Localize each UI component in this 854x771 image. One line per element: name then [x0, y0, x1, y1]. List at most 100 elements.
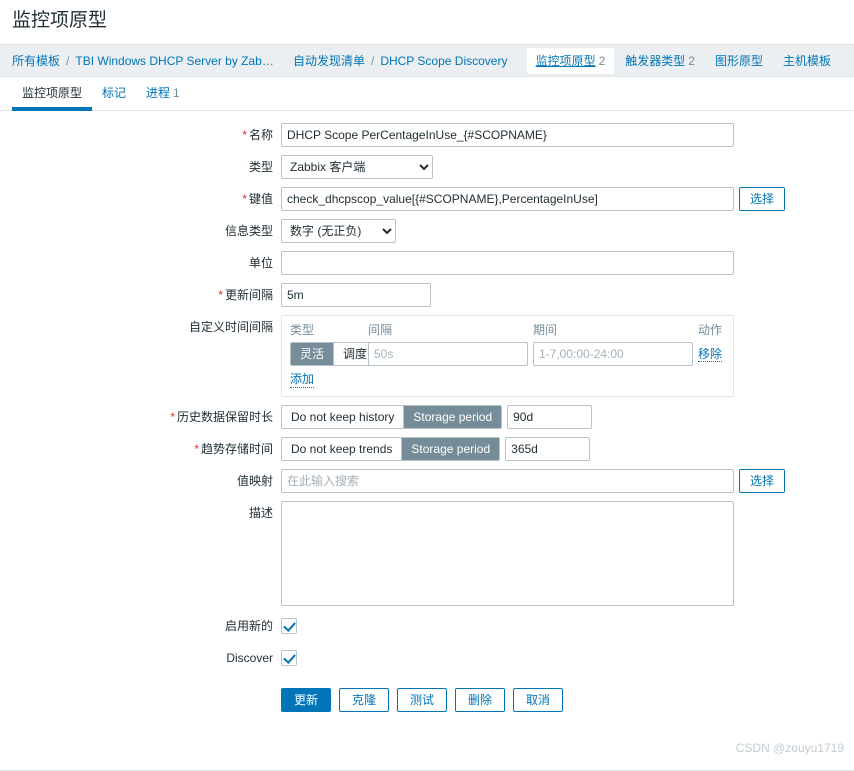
- label-description: 描述: [0, 501, 281, 525]
- label-update-interval-text: 更新间隔: [224, 288, 273, 302]
- required-marker-update-interval: *: [218, 288, 223, 302]
- remove-interval-link[interactable]: 移除: [698, 347, 723, 362]
- custom-intervals-footer: 添加: [290, 372, 725, 388]
- clone-button[interactable]: 克隆: [339, 688, 389, 712]
- delete-button[interactable]: 删除: [455, 688, 505, 712]
- period-input[interactable]: [533, 342, 693, 366]
- update-button[interactable]: 更新: [281, 688, 331, 712]
- breadcrumb-tab-host-prototypes[interactable]: 主机模板: [774, 48, 840, 74]
- breadcrumb-tab-trigger-prototypes-label: 触发器类型: [625, 53, 686, 68]
- info-type-select[interactable]: 数字 (无正负): [281, 219, 396, 243]
- breadcrumb-separator-2: /: [370, 53, 375, 68]
- description-textarea[interactable]: [281, 501, 734, 606]
- interval-type-flexible-button[interactable]: 灵活: [291, 343, 335, 365]
- label-enabled-text: 启用新的: [224, 619, 273, 633]
- page-title: 监控项原型: [12, 10, 108, 31]
- breadcrumb-tab-graph-prototypes[interactable]: 图形原型: [706, 48, 772, 74]
- label-custom-intervals: 自定义时间间隔: [0, 315, 281, 339]
- label-custom-intervals-text: 自定义时间间隔: [188, 320, 273, 334]
- header-type: 类型: [290, 323, 315, 337]
- control-history: Do not keep history Storage period: [281, 405, 593, 429]
- tab-preprocessing-count: 1: [173, 86, 180, 100]
- enabled-checkbox[interactable]: [281, 618, 297, 634]
- breadcrumb-item-discovery-list[interactable]: 自动发现清单: [293, 53, 365, 69]
- label-history-text: 历史数据保留时长: [176, 410, 273, 424]
- control-update-interval: [281, 283, 431, 307]
- label-value-map-text: 值映射: [236, 474, 273, 488]
- interval-type-toggle: 灵活 调度: [290, 342, 378, 366]
- trends-period-input[interactable]: [505, 437, 591, 461]
- interval-input[interactable]: [368, 342, 528, 366]
- header-interval: 间隔: [368, 323, 393, 337]
- trends-do-not-keep-button[interactable]: Do not keep trends: [282, 438, 403, 460]
- name-input[interactable]: [281, 123, 734, 147]
- label-type: 类型: [0, 155, 281, 179]
- custom-intervals-header: 类型 间隔 期间 动作: [290, 322, 725, 342]
- tab-bar: 监控项原型 标记 进程 1: [0, 77, 854, 111]
- control-discover: [281, 646, 297, 666]
- control-name: [281, 123, 734, 147]
- field-row-trends: * 趋势存储时间 Do not keep trends Storage perio…: [0, 437, 854, 461]
- label-enabled: 启用新的: [0, 614, 281, 638]
- label-update-interval: * 更新间隔: [0, 283, 281, 307]
- field-row-enabled: 启用新的: [0, 614, 854, 638]
- tab-preprocessing[interactable]: 进程 1: [136, 78, 190, 110]
- history-storage-period-button[interactable]: Storage period: [404, 406, 502, 428]
- field-row-description: 描述: [0, 501, 854, 606]
- label-type-text: 类型: [248, 160, 273, 174]
- breadcrumb-tab-trigger-prototypes[interactable]: 触发器类型 2: [616, 48, 704, 74]
- key-select-button[interactable]: 选择: [739, 187, 785, 211]
- control-units: [281, 251, 734, 275]
- test-button[interactable]: 测试: [397, 688, 447, 712]
- field-row-units: 单位: [0, 251, 854, 275]
- field-row-update-interval: * 更新间隔: [0, 283, 854, 307]
- field-row-discover: Discover: [0, 646, 854, 670]
- value-map-select-button[interactable]: 选择: [739, 469, 785, 493]
- required-marker-trends: *: [194, 442, 199, 456]
- control-enabled: [281, 614, 297, 634]
- label-units-text: 单位: [248, 256, 273, 270]
- breadcrumb-item-all-templates[interactable]: 所有模板: [12, 53, 60, 69]
- units-input[interactable]: [281, 251, 734, 275]
- breadcrumb-tab-trigger-prototypes-count: 2: [688, 53, 695, 68]
- required-marker-history: *: [170, 410, 175, 424]
- field-row-custom-intervals: 自定义时间间隔 类型 间隔 期间 动作 灵活 调度 50s 1-7,00:00-…: [0, 315, 854, 397]
- field-row-actions: 更新 克隆 测试 删除 取消: [0, 678, 854, 712]
- label-units: 单位: [0, 251, 281, 275]
- history-do-not-keep-button[interactable]: Do not keep history: [282, 406, 405, 428]
- discover-checkbox[interactable]: [281, 650, 297, 666]
- breadcrumb-item-scope-discovery[interactable]: DHCP Scope Discovery: [380, 53, 507, 69]
- interval-action-cell: 移除: [698, 346, 734, 362]
- history-period-input[interactable]: [507, 405, 593, 429]
- label-key-text: 键值: [248, 192, 273, 206]
- page-header: 监控项原型: [0, 0, 854, 44]
- field-row-type: 类型 Zabbix 客户端: [0, 155, 854, 179]
- breadcrumb-separator: /: [66, 53, 70, 68]
- control-description: [281, 501, 734, 606]
- tab-tags[interactable]: 标记: [92, 78, 136, 110]
- tab-item-prototype[interactable]: 监控项原型: [12, 78, 93, 111]
- trends-storage-period-button[interactable]: Storage period: [402, 438, 500, 460]
- control-trends: Do not keep trends Storage period: [281, 437, 591, 461]
- field-row-history: * 历史数据保留时长 Do not keep history Storage pe…: [0, 405, 854, 429]
- label-history: * 历史数据保留时长: [0, 405, 281, 429]
- header-period: 期间: [533, 323, 558, 337]
- type-select[interactable]: Zabbix 客户端: [281, 155, 433, 179]
- interval-type-segmented: 灵活 调度: [290, 342, 378, 366]
- interval-period-cell: [533, 342, 698, 366]
- cancel-button[interactable]: 取消: [513, 688, 563, 712]
- item-prototype-form: *名称 类型 Zabbix 客户端 *键值 选择 信息类型 数字 (无正负) 单: [0, 111, 854, 712]
- control-info-type: 数字 (无正负): [281, 219, 396, 243]
- required-marker-key: *: [242, 192, 247, 206]
- breadcrumb-item-template[interactable]: TBI Windows DHCP Server by Zab…: [75, 53, 274, 69]
- label-info-type: 信息类型: [0, 219, 281, 243]
- update-interval-input[interactable]: [281, 283, 431, 307]
- value-map-input[interactable]: [281, 469, 734, 493]
- breadcrumb-tab-item-prototypes[interactable]: 监控项原型 2: [526, 47, 615, 74]
- field-row-info-type: 信息类型 数字 (无正负): [0, 219, 854, 243]
- label-trends-text: 趋势存储时间: [200, 442, 273, 456]
- add-interval-link[interactable]: 添加: [290, 372, 315, 388]
- key-input[interactable]: [281, 187, 734, 211]
- tab-preprocessing-label: 进程: [146, 86, 171, 100]
- control-type: Zabbix 客户端: [281, 155, 433, 179]
